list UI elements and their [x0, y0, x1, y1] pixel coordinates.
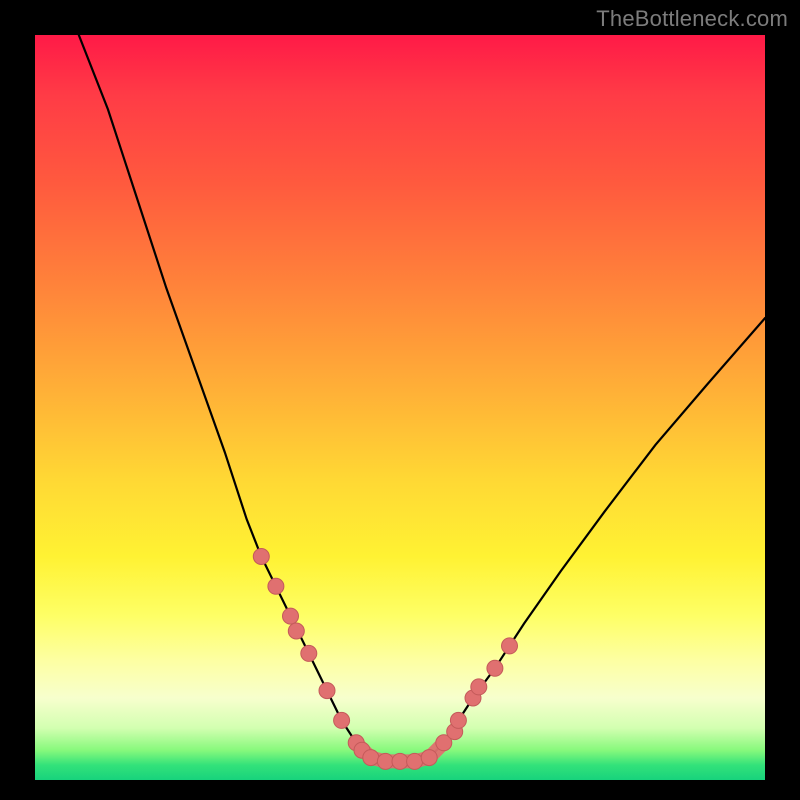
trough-marker: [288, 623, 304, 639]
trough-marker: [392, 753, 408, 769]
trough-marker: [450, 712, 466, 728]
bottleneck-curve: [35, 35, 765, 780]
trough-marker: [421, 750, 437, 766]
curve-path: [79, 35, 765, 761]
chart-frame: TheBottleneck.com: [0, 0, 800, 800]
watermark-label: TheBottleneck.com: [596, 6, 788, 32]
trough-marker: [319, 683, 335, 699]
trough-marker: [502, 638, 518, 654]
trough-marker: [471, 679, 487, 695]
trough-marker: [301, 645, 317, 661]
plot-area: [35, 35, 765, 780]
trough-marker: [334, 712, 350, 728]
trough-marker: [253, 549, 269, 565]
trough-marker: [363, 750, 379, 766]
trough-marker: [283, 608, 299, 624]
trough-marker: [377, 753, 393, 769]
trough-marker: [407, 753, 423, 769]
trough-marker: [487, 660, 503, 676]
trough-marker: [268, 578, 284, 594]
